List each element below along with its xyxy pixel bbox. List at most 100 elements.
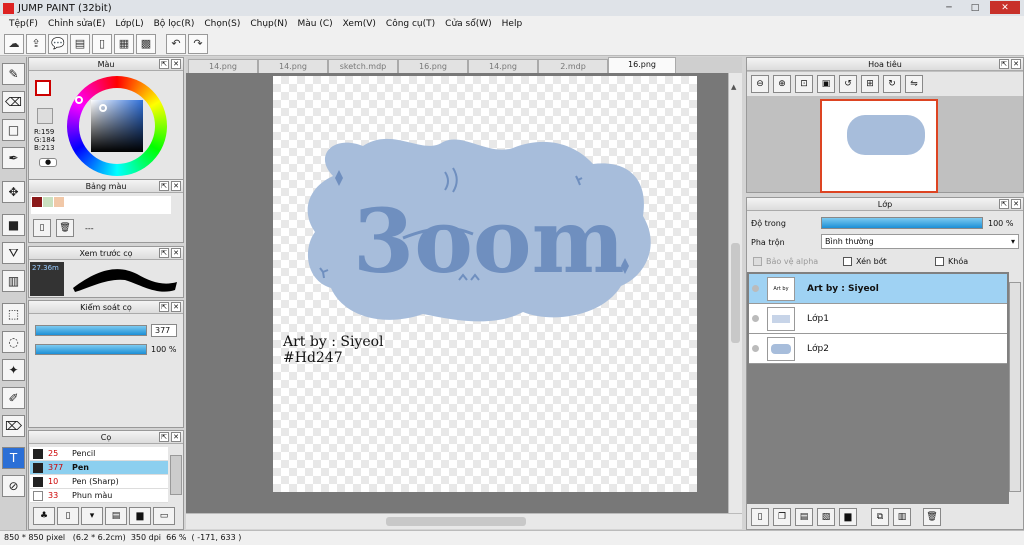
eraser-tool-icon[interactable]: ⌫ [2, 91, 25, 113]
expand-icon[interactable]: ⇱ [159, 432, 169, 442]
doc-tab-active[interactable]: 16.png [608, 57, 676, 73]
new-layer-icon[interactable]: ▯ [751, 508, 769, 526]
lock-checkbox[interactable]: Khóa [935, 257, 968, 266]
zoom-out-icon[interactable]: ⊖ [751, 75, 769, 93]
undo-icon[interactable]: ↶ [166, 33, 186, 54]
flip-icon[interactable]: ⇋ [905, 75, 923, 93]
fill-rect-tool-icon[interactable]: ■ [2, 214, 25, 236]
brush-item[interactable]: 33 Phun màu [30, 489, 168, 503]
merge-layer-icon[interactable]: ⧉ [871, 508, 889, 526]
add-palette-icon[interactable]: ▯ [33, 219, 51, 237]
brush-item[interactable]: 377 Pen [30, 461, 168, 475]
rotate-right-icon[interactable]: ↻ [883, 75, 901, 93]
eye-icon[interactable] [752, 285, 759, 292]
navigator-preview[interactable] [820, 99, 938, 193]
menu-tools[interactable]: Công cụ(T) [381, 19, 440, 29]
cloud-icon[interactable]: ☁ [4, 33, 24, 54]
expand-icon[interactable]: ⇱ [159, 248, 169, 258]
layer-folder-icon[interactable]: ▆ [839, 508, 857, 526]
text-tool-icon[interactable]: T [2, 447, 25, 469]
brush-menu-icon[interactable]: ▾ [81, 507, 103, 525]
doc-tab[interactable]: 14.png [188, 59, 258, 73]
brush-delete-icon[interactable]: ▭ [153, 507, 175, 525]
rectangle-tool-icon[interactable]: □ [2, 119, 25, 141]
color-handle[interactable] [99, 104, 107, 112]
new-brush-icon[interactable]: ▯ [57, 507, 79, 525]
zoom-in-icon[interactable]: ⊕ [773, 75, 791, 93]
layer-row[interactable]: Art by Art by : Siyeol [749, 274, 1007, 304]
minimize-button[interactable]: ─ [938, 1, 960, 14]
blend-mode-select[interactable]: Bình thường ▾ [821, 234, 1019, 249]
doc-tab[interactable]: 16.png [398, 59, 468, 73]
color-mode-toggle[interactable]: ● [39, 158, 57, 167]
menu-edit[interactable]: Chỉnh sửa(E) [43, 19, 110, 29]
rotate-left-icon[interactable]: ↺ [839, 75, 857, 93]
transparent-color-swatch[interactable] [37, 108, 53, 124]
move-tool-icon[interactable]: ✥ [2, 181, 25, 203]
canvas-horizontal-scrollbar[interactable] [186, 513, 742, 529]
hue-wheel[interactable] [67, 76, 167, 176]
layer-row[interactable]: Lớp2 [749, 334, 1007, 364]
close-icon[interactable]: ✕ [171, 59, 181, 69]
select-rect-icon[interactable]: ⬚ [2, 303, 25, 325]
canvas-paper[interactable]: 3oom Art by : Siyeol #Hd247 [273, 76, 697, 492]
expand-icon[interactable]: ⇱ [159, 181, 169, 191]
brush-folder-icon[interactable]: ▆ [129, 507, 151, 525]
canvas-area[interactable]: 3oom Art by : Siyeol #Hd247 [186, 73, 728, 513]
lasso-icon[interactable]: ◌ [2, 331, 25, 353]
eyedropper-tool-icon[interactable]: ⊘ [2, 475, 25, 497]
comment-icon[interactable]: ▤ [70, 33, 90, 54]
menu-layer[interactable]: Lớp(L) [110, 19, 148, 29]
doc-tab[interactable]: 2.mdp [538, 59, 608, 73]
brush-copy-icon[interactable]: ▤ [105, 507, 127, 525]
menu-window[interactable]: Cửa sổ(W) [440, 19, 496, 29]
page-icon[interactable]: ▯ [92, 33, 112, 54]
layer-list-scrollbar[interactable] [1009, 282, 1021, 492]
layer-settings-icon[interactable]: ▥ [893, 508, 911, 526]
magic-wand-icon[interactable]: ✦ [2, 359, 25, 381]
copy-layer-icon[interactable]: ❐ [773, 508, 791, 526]
menu-filter[interactable]: Bộ lọc(R) [149, 19, 200, 29]
protect-alpha-checkbox[interactable]: Bảo vệ alpha [753, 257, 818, 266]
doc-tab[interactable]: 14.png [468, 59, 538, 73]
brush-tool-icon[interactable]: ✎ [2, 63, 25, 85]
close-icon[interactable]: ✕ [171, 432, 181, 442]
chat-icon[interactable]: 💬 [48, 33, 68, 54]
layer-opacity-slider[interactable] [821, 217, 983, 229]
doc-tab[interactable]: 14.png [258, 59, 328, 73]
select-eraser-icon[interactable]: ⌦ [2, 415, 25, 437]
close-icon[interactable]: ✕ [1011, 59, 1021, 69]
delete-layer-icon[interactable]: 🗑 [923, 508, 941, 526]
close-icon[interactable]: ✕ [171, 181, 181, 191]
menu-file[interactable]: Tệp(F) [4, 19, 43, 29]
brush-list-scrollbar[interactable] [170, 455, 182, 495]
redo-icon[interactable]: ↷ [188, 33, 208, 54]
grid-icon[interactable]: ▦ [114, 33, 134, 54]
close-icon[interactable]: ✕ [1011, 199, 1021, 209]
select-pen-icon[interactable]: ✐ [2, 387, 25, 409]
expand-icon[interactable]: ⇱ [159, 302, 169, 312]
canvas-vertical-scrollbar[interactable]: ▲ [728, 73, 742, 513]
eye-icon[interactable] [752, 345, 759, 352]
actual-size-icon[interactable]: ▣ [817, 75, 835, 93]
brush-item[interactable]: 10 Pen (Sharp) [30, 475, 168, 489]
pen-tool-icon[interactable]: ✒ [2, 147, 25, 169]
menu-view[interactable]: Xem(V) [338, 19, 381, 29]
doc-tab[interactable]: sketch.mdp [328, 59, 398, 73]
layer-halftone-icon[interactable]: ▧ [817, 508, 835, 526]
share-icon[interactable]: ⇪ [26, 33, 46, 54]
expand-icon[interactable]: ⇱ [159, 59, 169, 69]
palette-swatch[interactable] [54, 197, 64, 207]
gradient-tool-icon[interactable]: ▥ [2, 270, 25, 292]
layer-row[interactable]: Lớp1 [749, 304, 1007, 334]
brush-size-input[interactable]: 377 [151, 324, 177, 337]
delete-palette-icon[interactable]: 🗑 [56, 219, 74, 237]
grid-view-icon[interactable]: ⊞ [861, 75, 879, 93]
brush-group-icon[interactable]: ♣ [33, 507, 55, 525]
foreground-color-swatch[interactable] [35, 80, 51, 96]
layer-image-icon[interactable]: ▤ [795, 508, 813, 526]
palette-swatch[interactable] [43, 197, 53, 207]
maximize-button[interactable]: □ [964, 1, 986, 14]
fit-icon[interactable]: ⊡ [795, 75, 813, 93]
bucket-tool-icon[interactable]: ⛛ [2, 242, 25, 264]
